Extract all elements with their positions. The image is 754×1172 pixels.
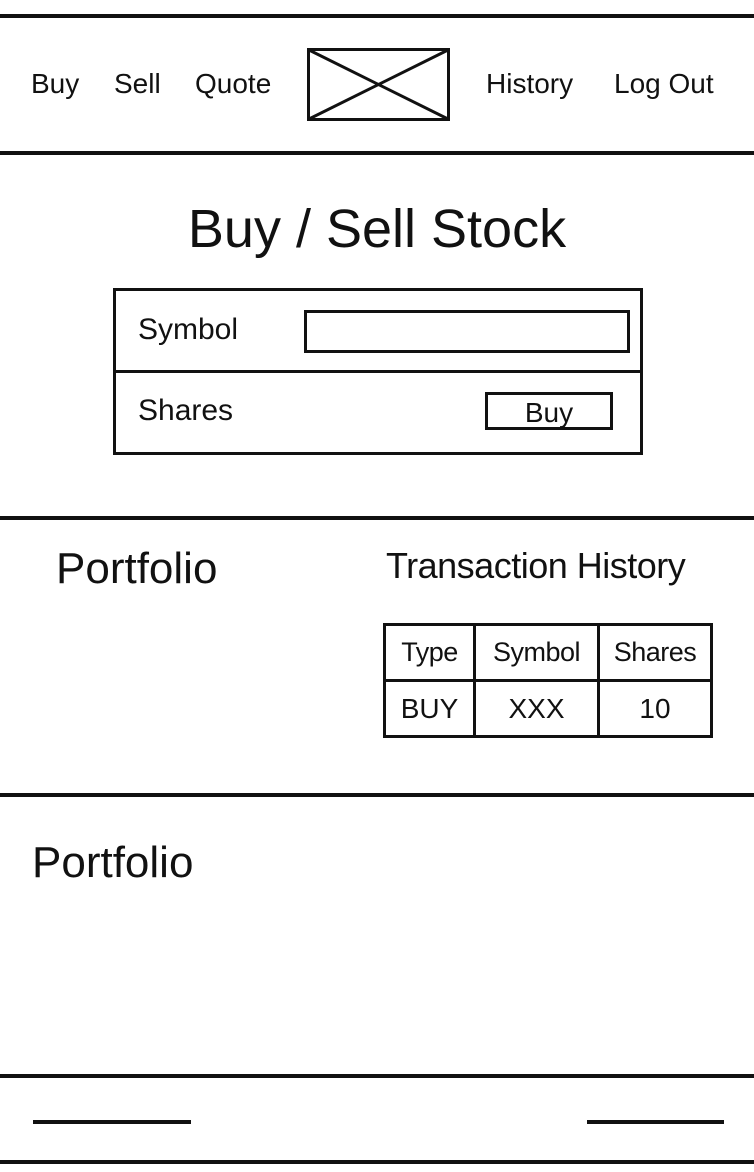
section-divider-summary xyxy=(0,793,754,797)
portfolio-summary-heading: Portfolio xyxy=(56,544,218,593)
header-top-border xyxy=(0,14,754,18)
footer-bottom-border xyxy=(0,1160,754,1164)
footer-right-link-placeholder[interactable] xyxy=(587,1120,724,1124)
transaction-history-heading: Transaction History xyxy=(386,545,686,586)
shares-label: Shares xyxy=(138,394,234,427)
nav-buy-link[interactable]: Buy xyxy=(31,66,79,102)
header-bottom-border xyxy=(0,151,754,155)
table-row: BUY XXX 10 xyxy=(383,679,713,738)
symbol-label: Symbol xyxy=(138,313,239,346)
cell-symbol: XXX xyxy=(473,679,600,738)
page-title: Buy / Sell Stock xyxy=(187,199,567,259)
form-row-divider xyxy=(116,370,640,373)
symbol-input[interactable] xyxy=(304,310,630,353)
section-divider-trade xyxy=(0,516,754,520)
table-header-row: Type Symbol Shares xyxy=(383,623,713,682)
nav-logout-link[interactable]: Log Out xyxy=(614,66,714,102)
nav-quote-link[interactable]: Quote xyxy=(195,66,271,102)
footer-left-link-placeholder[interactable] xyxy=(33,1120,191,1124)
nav-history-link[interactable]: History xyxy=(486,66,573,102)
column-header-type: Type xyxy=(383,623,476,682)
portfolio-heading: Portfolio xyxy=(32,838,194,887)
footer-top-border xyxy=(0,1074,754,1078)
transaction-history-table: Type Symbol Shares BUY XXX 10 xyxy=(383,623,713,738)
column-header-shares: Shares xyxy=(597,623,713,682)
column-header-symbol: Symbol xyxy=(473,623,600,682)
trade-form: Symbol Shares Buy xyxy=(113,288,643,455)
buy-button[interactable]: Buy xyxy=(485,392,613,430)
nav-sell-link[interactable]: Sell xyxy=(114,66,161,102)
cell-shares: 10 xyxy=(597,679,713,738)
cell-type: BUY xyxy=(383,679,476,738)
image-placeholder-icon xyxy=(307,48,450,121)
